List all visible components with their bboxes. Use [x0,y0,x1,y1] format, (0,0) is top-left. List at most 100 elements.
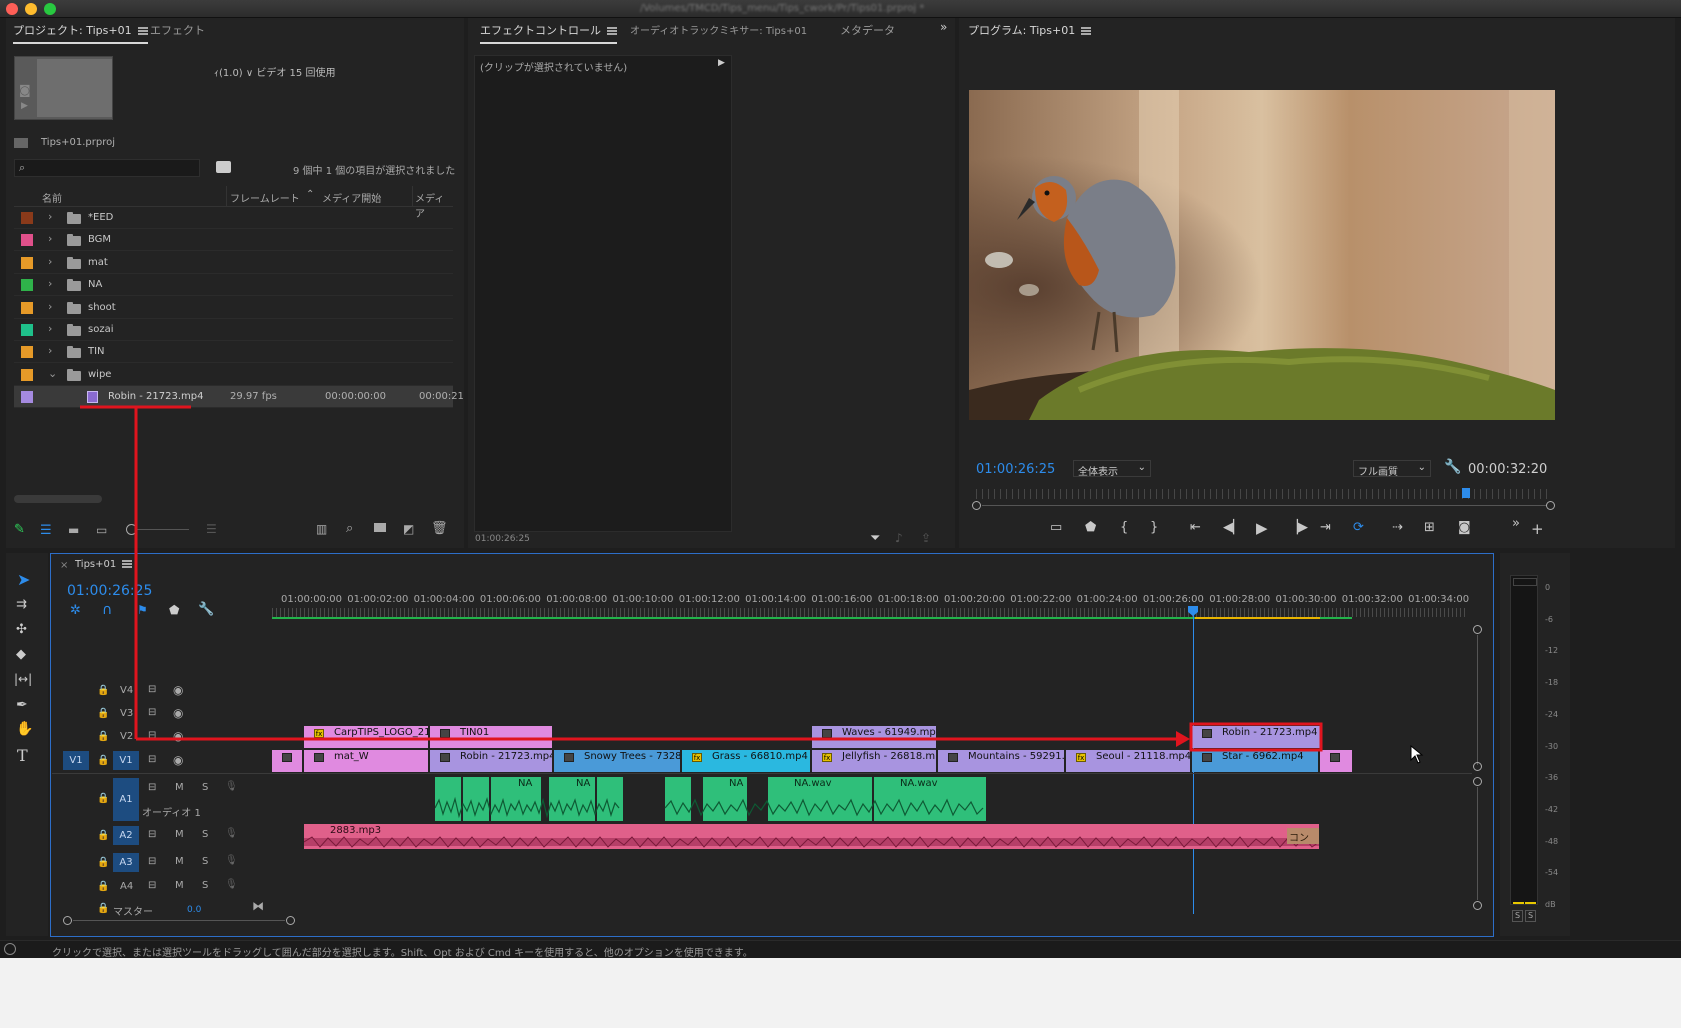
tab-program[interactable]: プログラム: Tips+01 [968,22,1092,38]
mark-out-icon[interactable]: } [1150,520,1158,535]
solo-button[interactable]: S [202,829,208,840]
timeline-clip[interactable]: Waves - 61949.mp4 [812,726,936,748]
tab-effects[interactable]: エフェクト [150,22,205,38]
more-panels-icon[interactable]: » [940,20,947,34]
column-media-start[interactable]: メディア開始 [322,190,381,205]
add-marker-icon[interactable]: ⬟ [169,603,179,617]
loop-icon[interactable]: ⟳ [1353,520,1364,535]
mark-in-icon[interactable]: { [1120,520,1128,535]
lock-icon[interactable]: 🔒 [97,881,109,892]
panel-menu-icon[interactable] [1081,27,1092,35]
timeline-clip[interactable]: fx Seoul - 21118.mp4 [1066,750,1190,772]
timeline-clip[interactable]: fx Grass - 66810.mp4 [682,750,810,772]
eye-icon[interactable]: ◉ [173,729,183,743]
list-view-icon[interactable]: ☰ [40,523,52,538]
transition-label[interactable]: コンス [1287,828,1319,844]
expand-right-icon[interactable]: ▶ [718,58,725,68]
solo-button[interactable]: S [202,880,208,891]
zoom-slider-handle[interactable] [126,524,137,535]
chevron-right-icon[interactable]: › [48,255,52,268]
timeline-clip[interactable] [1320,750,1352,772]
icon-view-icon[interactable]: ▬ [68,523,79,537]
label-color[interactable] [21,391,33,403]
bin-row[interactable]: › *EED [14,207,453,229]
timeline-clip[interactable] [272,750,302,772]
zoom-window-button[interactable] [44,3,56,15]
label-color[interactable] [21,212,33,224]
go-to-edit-icon[interactable]: ⧓ [252,899,264,913]
button-editor-icon[interactable]: + [1531,520,1544,538]
quality-select[interactable]: フル画質 ⌄ [1353,460,1431,478]
bin-row[interactable]: ⌄ wipe [14,364,453,386]
lock-icon[interactable]: 🔒 [97,830,109,841]
chevron-right-icon[interactable]: › [48,232,52,245]
eye-icon[interactable]: ◉ [173,753,183,767]
column-framerate[interactable]: フレームレート [230,190,300,205]
sync-lock-icon[interactable]: ⊟ [148,856,156,867]
zoom-slider-track[interactable] [137,529,189,530]
mute-button[interactable]: M [175,782,184,793]
track-select-tool-icon[interactable]: ⇉ [16,597,27,612]
mute-button[interactable]: M [175,829,184,840]
lock-icon[interactable]: 🔒 [97,903,109,914]
razor-tool-icon[interactable]: ◆ [16,647,26,662]
label-color[interactable] [21,324,33,336]
sync-lock-icon[interactable]: ⊟ [148,707,156,718]
lock-icon[interactable]: 🔒 [97,755,109,766]
step-back-icon[interactable]: ◀▏ [1223,520,1243,535]
bin-row[interactable]: › TIN [14,341,453,363]
tab-sequence[interactable]: Tips+01 [75,559,133,570]
type-tool-icon[interactable]: T [17,746,28,765]
video-scroll-bottom-handle[interactable] [1473,762,1482,771]
lock-icon[interactable]: 🔒 [97,708,109,719]
add-marker-icon[interactable]: ⬟ [1085,520,1096,535]
timeline-settings-icon[interactable]: 🔧 [198,602,214,617]
solo-button[interactable]: S [202,782,208,793]
linked-selection-icon[interactable]: ⚑ [137,603,148,617]
slip-tool-icon[interactable]: |↔| [14,672,32,686]
lock-icon[interactable]: 🔒 [97,685,109,696]
tab-project[interactable]: プロジェクト: Tips+01 [13,22,148,44]
zoom-scroll-bar[interactable] [982,505,1547,506]
solo-button[interactable]: S [202,856,208,867]
chevron-down-icon[interactable]: ⌄ [48,367,57,380]
hand-tool-icon[interactable]: ✋ [16,721,33,737]
zoom-scroll-left-handle[interactable] [972,501,981,510]
pencil-icon[interactable]: ✎ [14,522,25,537]
timeline-timecode[interactable]: 01:00:26:25 [67,583,152,599]
sync-lock-icon[interactable]: ⊟ [148,684,156,695]
step-forward-icon[interactable]: ▕▶ [1288,520,1308,535]
timeline-clip[interactable]: Robin - 21723.mp4 [430,750,552,772]
mute-button[interactable]: M [175,856,184,867]
freeform-view-icon[interactable]: ▭ [96,523,107,537]
label-color[interactable] [21,302,33,314]
eye-icon[interactable]: ◉ [173,706,183,720]
horizontal-scrollbar[interactable] [14,495,102,503]
extract-icon[interactable]: ⊞ [1424,520,1435,535]
go-to-in-icon[interactable]: ⇤ [1190,520,1201,535]
timeline-clip[interactable]: mat_W [304,750,428,772]
safe-margins-icon[interactable]: ▭ [1050,520,1062,535]
column-name[interactable]: 名前 [42,190,62,205]
voiceover-mic-icon[interactable]: 🎙 [225,855,238,866]
panel-menu-icon[interactable] [122,560,133,568]
lock-icon[interactable]: 🔒 [97,793,109,804]
label-color[interactable] [21,369,33,381]
cc-icon[interactable] [4,943,16,955]
new-item-icon[interactable]: ◩ [403,522,414,536]
source-patch-v1[interactable]: V1 [63,751,89,770]
audio-only-icon[interactable]: ♪ [895,531,903,545]
video-vertical-scrollbar[interactable] [1477,635,1478,765]
panel-menu-icon[interactable] [137,27,148,35]
sync-lock-icon[interactable]: ⊟ [148,754,156,765]
voiceover-mic-icon[interactable]: 🎙 [225,828,238,839]
close-sequence-icon[interactable]: × [60,560,68,571]
timeline-clip[interactable]: Mountains - 59291.mp4 [938,750,1064,772]
find-icon[interactable]: ⌕ [346,521,353,536]
more-controls-icon[interactable]: » [1512,516,1520,531]
timeline-clip[interactable]: fxCarpTIPS_LOGO_2104 [304,726,428,748]
timeline-clip-robin-v2[interactable]: Robin - 21723.mp4 [1192,726,1320,748]
nest-icon[interactable]: ✲ [70,603,81,618]
label-color[interactable] [21,279,33,291]
program-timecode[interactable]: 01:00:26:25 [976,462,1055,477]
